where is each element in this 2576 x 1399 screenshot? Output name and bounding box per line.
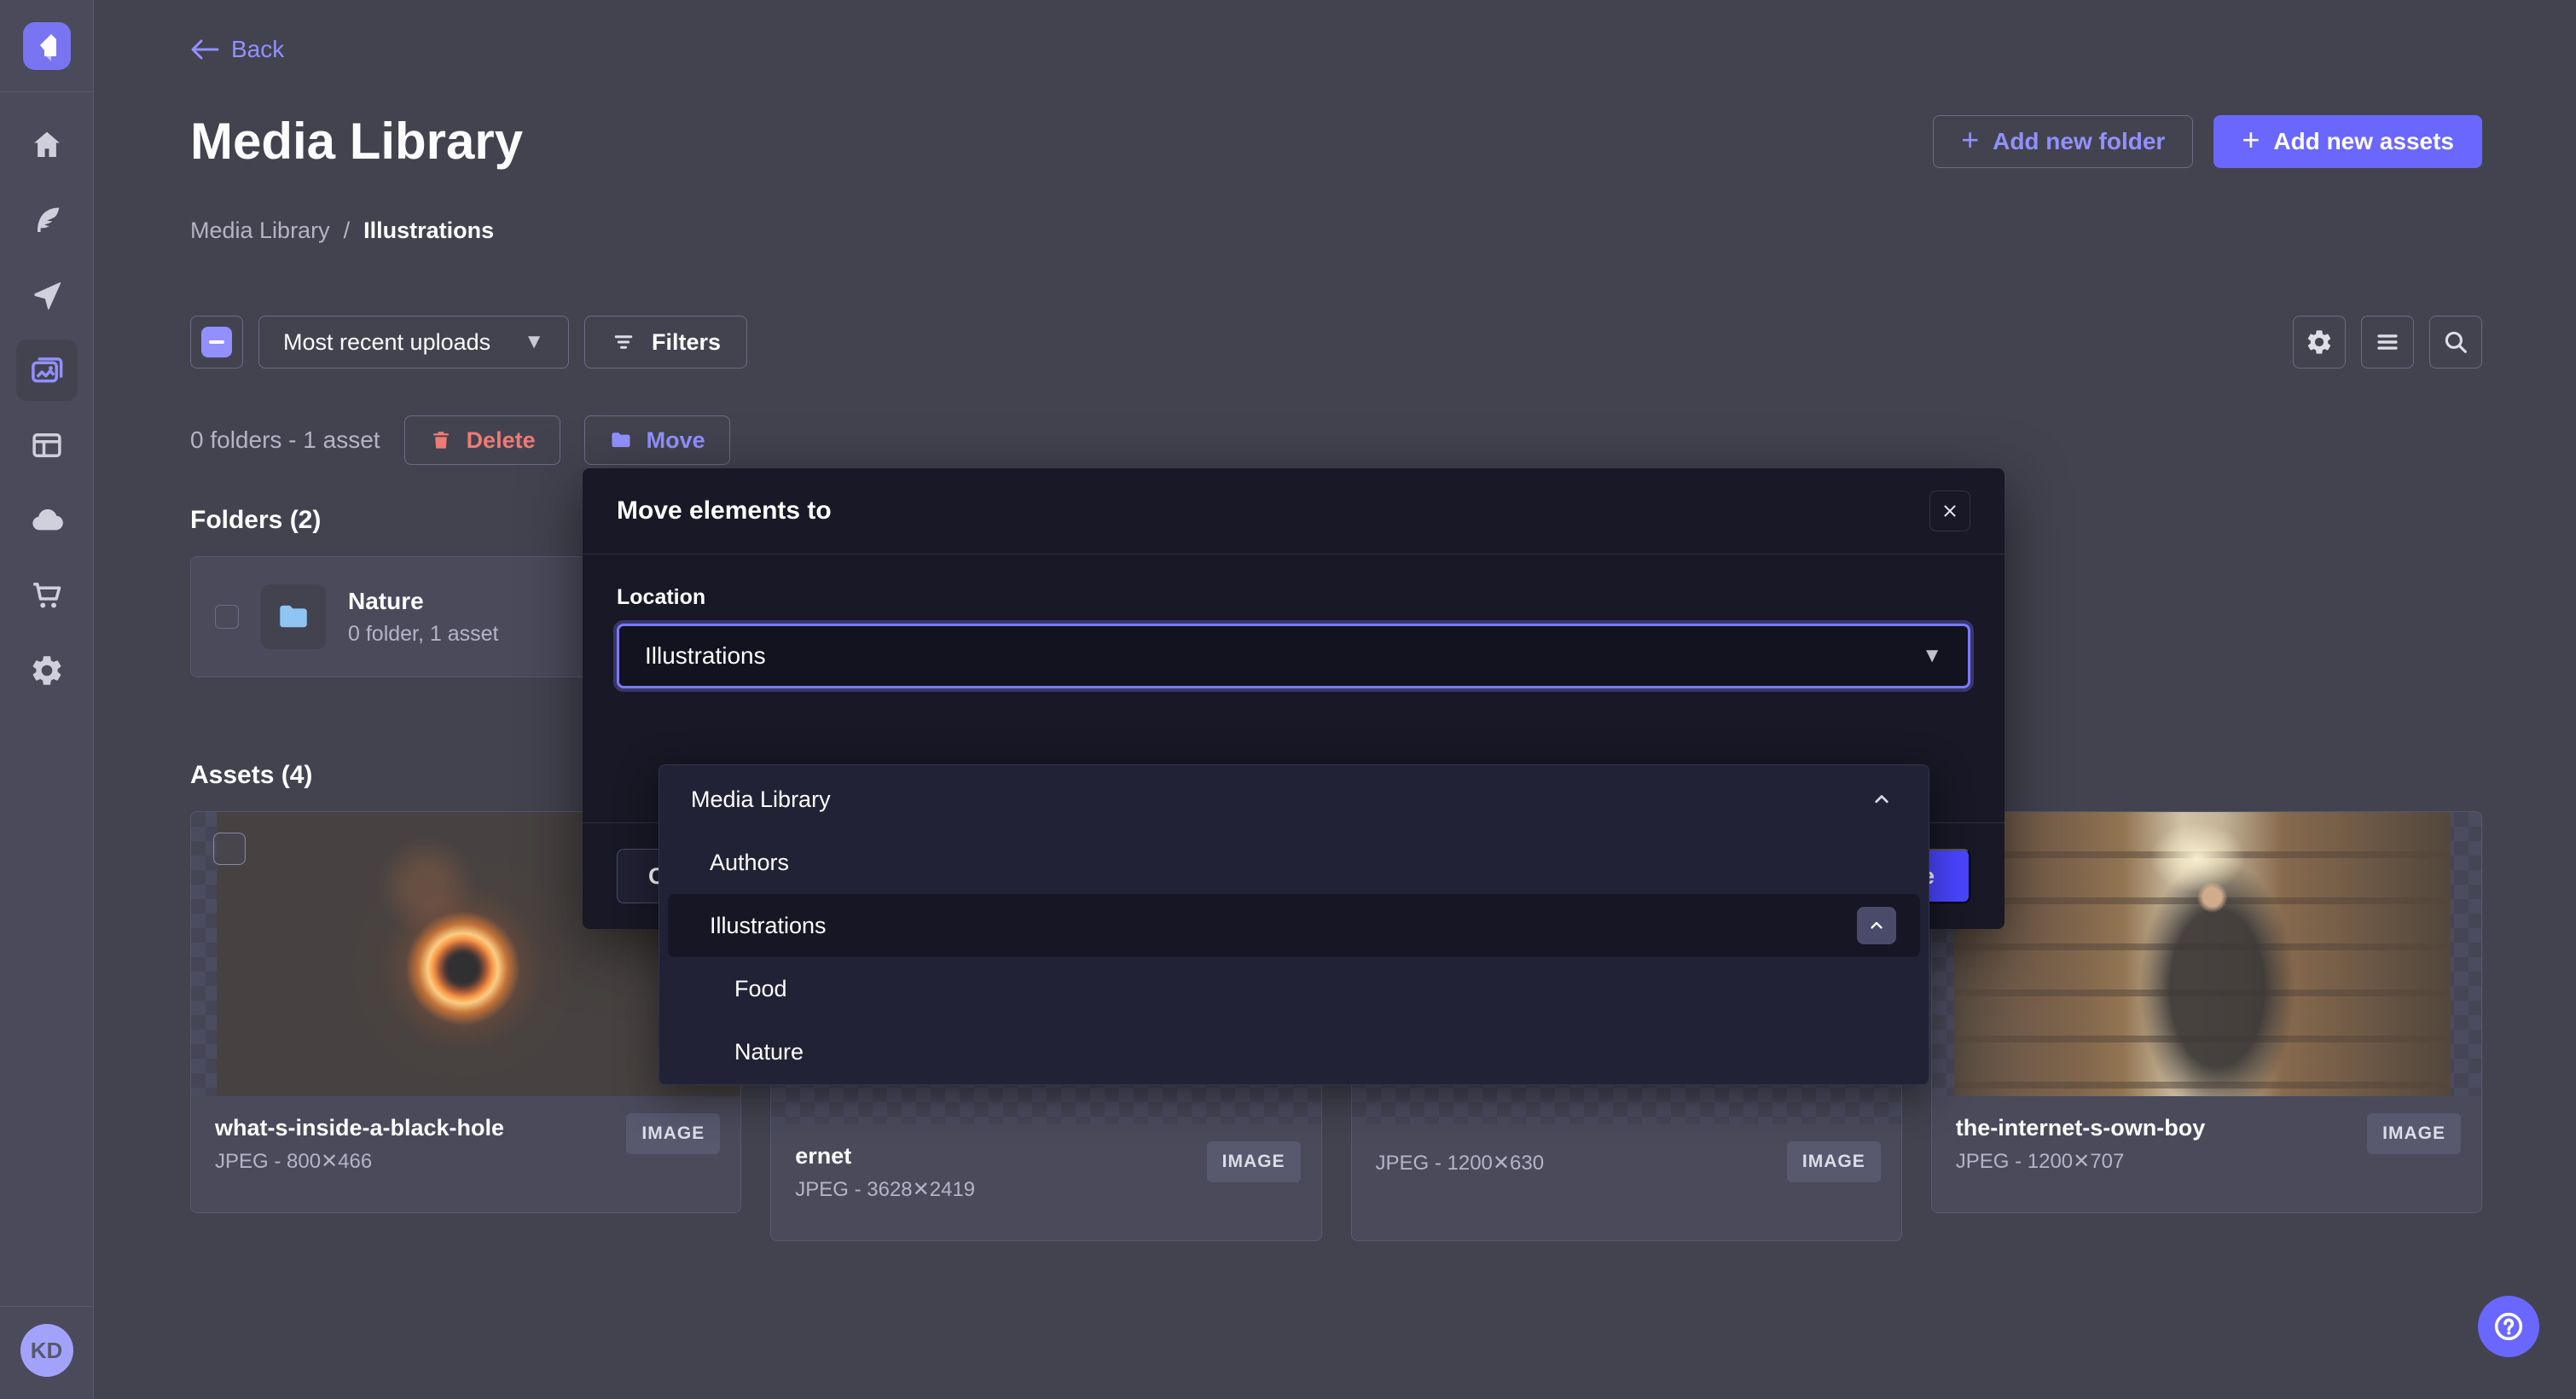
close-modal-button[interactable] xyxy=(1929,491,1970,531)
chevron-up-icon xyxy=(1865,914,1888,937)
caret-down-icon: ▼ xyxy=(1922,644,1942,668)
option-media-library[interactable]: Media Library xyxy=(659,768,1929,831)
chevron-up-icon[interactable] xyxy=(1869,787,1894,812)
modal-body: Location Illustrations ▼ xyxy=(583,554,2005,688)
location-select[interactable]: Illustrations ▼ xyxy=(617,624,1970,688)
option-nature[interactable]: Nature xyxy=(659,1020,1929,1083)
location-label: Location xyxy=(617,585,1970,610)
option-illustrations[interactable]: Illustrations xyxy=(668,894,1920,957)
collapse-children-button[interactable] xyxy=(1857,907,1896,944)
close-icon xyxy=(1941,502,1959,520)
modal-header: Move elements to xyxy=(583,468,2005,554)
location-select-value: Illustrations xyxy=(645,642,766,670)
option-authors[interactable]: Authors xyxy=(659,831,1929,894)
location-dropdown: Media Library Authors Illustrations Food… xyxy=(659,764,1929,1085)
option-food[interactable]: Food xyxy=(659,957,1929,1020)
modal-title: Move elements to xyxy=(617,496,832,525)
